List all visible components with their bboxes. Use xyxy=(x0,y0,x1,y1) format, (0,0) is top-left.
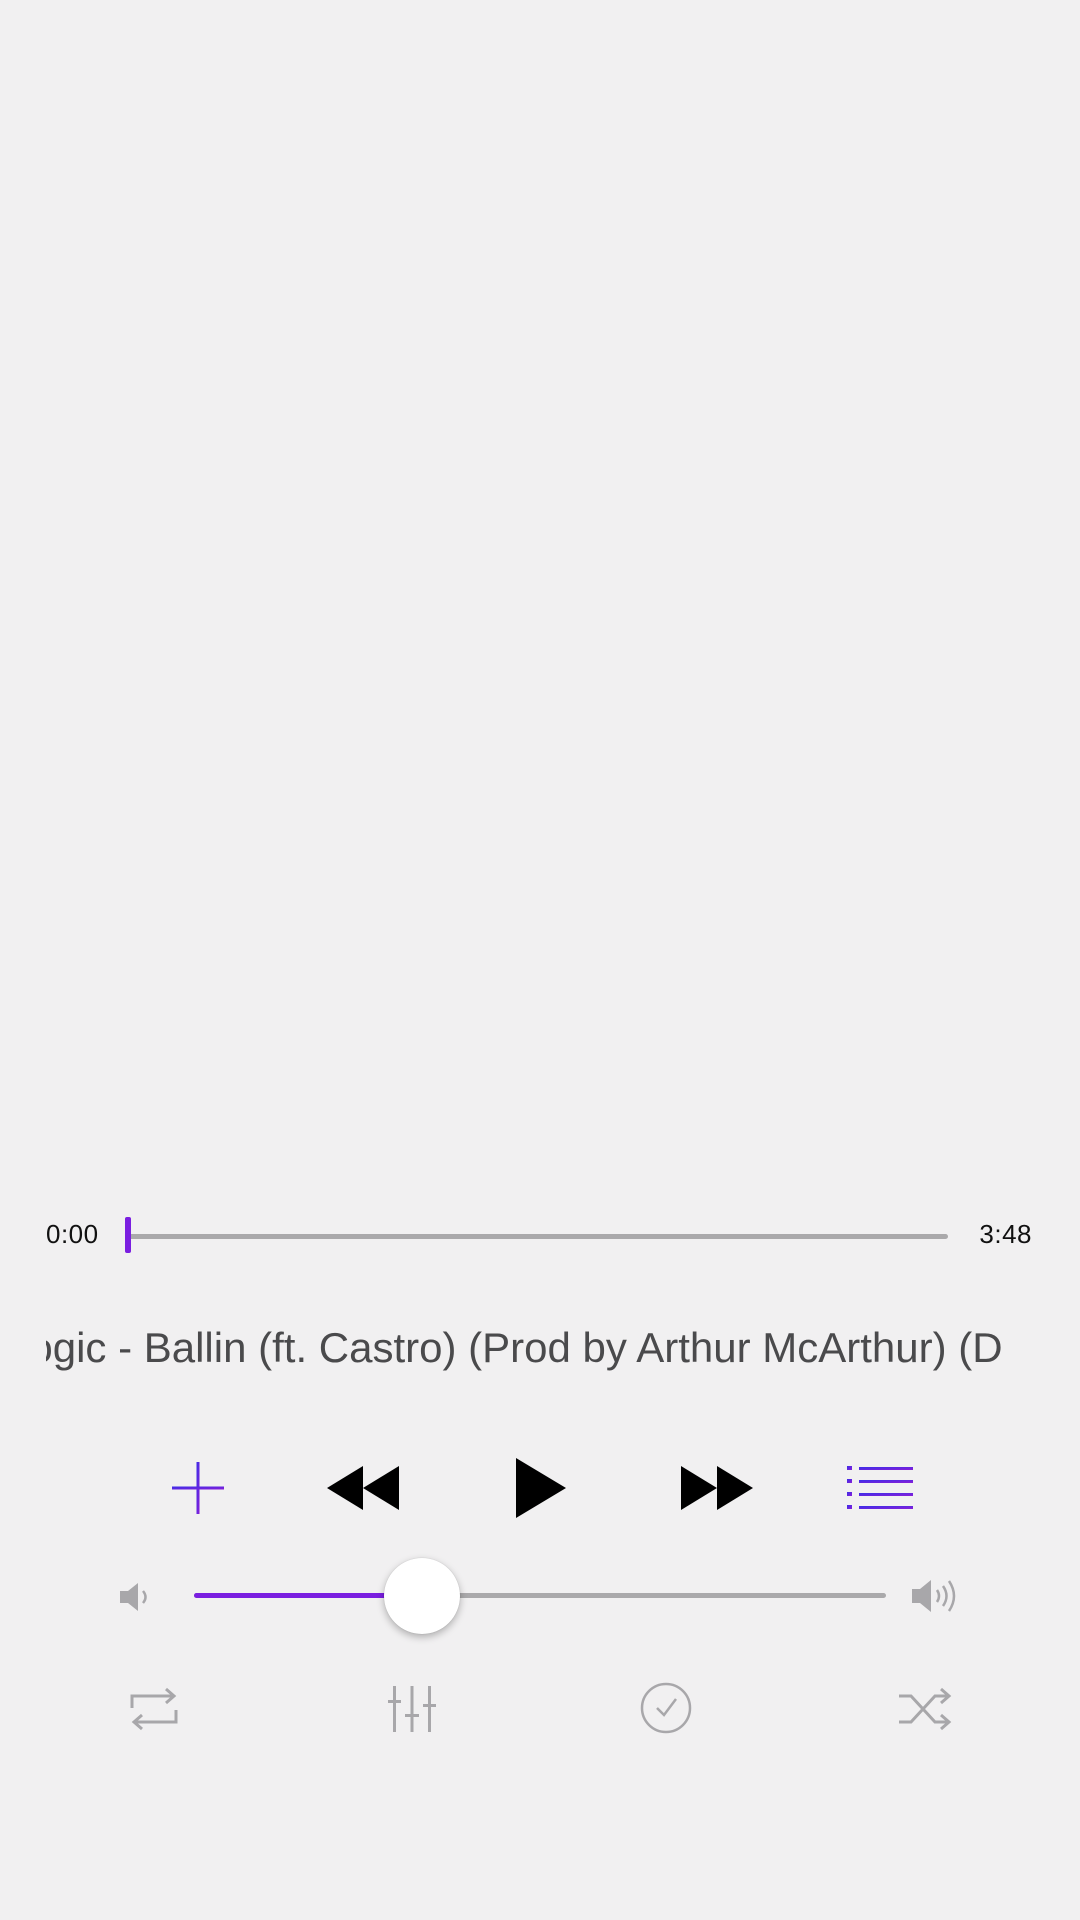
track-title-marquee: Logic - Ballin (ft. Castro) (Prod by Art… xyxy=(46,1320,1034,1380)
volume-thumb[interactable] xyxy=(384,1558,461,1634)
speaker-low-icon xyxy=(118,1580,154,1614)
shuffle-icon xyxy=(899,1687,952,1731)
rewind-icon xyxy=(327,1466,399,1510)
rewind-button[interactable] xyxy=(320,1458,406,1518)
add-button[interactable] xyxy=(162,1458,234,1518)
progress-thumb[interactable] xyxy=(125,1217,131,1253)
artwork-area xyxy=(0,0,1080,1200)
player-screen: 0:00 3:48 Logic - Ballin (ft. Castro) (P… xyxy=(0,0,1080,1920)
progress-slider[interactable] xyxy=(128,1234,948,1239)
fast-forward-icon xyxy=(681,1466,753,1510)
total-time: 3:48 xyxy=(979,1219,1032,1249)
play-button[interactable] xyxy=(500,1448,580,1528)
checkmark-circle-icon xyxy=(640,1682,692,1734)
repeat-icon xyxy=(130,1687,178,1731)
equalizer-icon xyxy=(388,1686,436,1732)
timer-button[interactable] xyxy=(638,1680,694,1736)
equalizer-button[interactable] xyxy=(384,1682,440,1736)
speaker-high-icon xyxy=(910,1576,968,1616)
queue-button[interactable] xyxy=(844,1458,916,1518)
shuffle-button[interactable] xyxy=(896,1682,956,1736)
volume-slider[interactable] xyxy=(194,1593,886,1598)
plus-icon xyxy=(172,1462,224,1514)
track-title: Logic - Ballin (ft. Castro) (Prod by Art… xyxy=(46,1324,1003,1371)
fast-forward-button[interactable] xyxy=(674,1458,760,1518)
play-icon xyxy=(516,1458,566,1518)
repeat-button[interactable] xyxy=(124,1682,184,1736)
elapsed-time: 0:00 xyxy=(46,1219,99,1249)
list-icon xyxy=(847,1466,913,1509)
